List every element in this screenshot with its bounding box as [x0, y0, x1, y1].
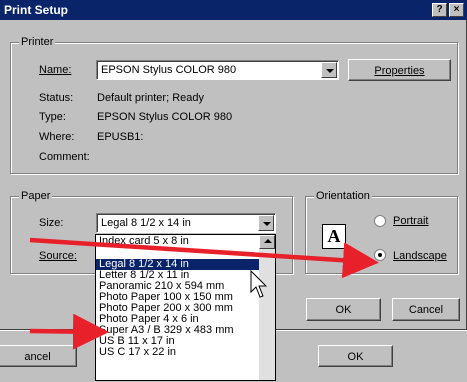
arrow-to-landscape [29, 237, 379, 279]
arrow-to-photo-paper [29, 313, 109, 350]
annotation-arrows [29, 237, 379, 350]
